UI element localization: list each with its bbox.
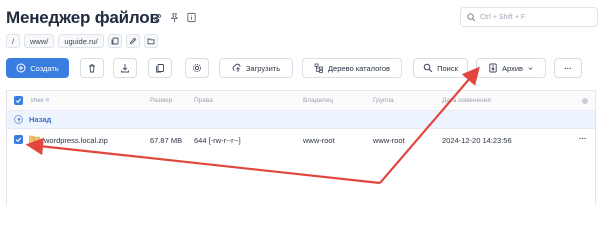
folder-star-icon xyxy=(147,38,155,45)
plus-circle-icon xyxy=(16,63,26,73)
search-button-label: Поиск xyxy=(437,63,458,73)
archive-icon xyxy=(489,63,497,73)
back-label: Назад xyxy=(29,115,52,124)
file-owner: www-root xyxy=(303,136,335,145)
download-icon xyxy=(121,64,129,73)
back-row[interactable]: Назад xyxy=(7,111,595,129)
create-button[interactable]: Создать xyxy=(6,58,69,78)
check-icon xyxy=(15,98,22,104)
check-icon xyxy=(15,137,22,143)
copy-icon xyxy=(111,37,119,45)
pin-icon[interactable] xyxy=(168,11,180,23)
select-all-checkbox[interactable] xyxy=(14,96,23,105)
search-icon xyxy=(467,12,476,21)
file-table: Имя ≡ Размер Права Владелец Группа Дата … xyxy=(6,90,596,205)
bookmark-folder-button[interactable] xyxy=(143,34,158,48)
file-modified: 2024-12-20 14:23:56 xyxy=(442,136,512,145)
column-owner[interactable]: Владелец xyxy=(303,97,333,104)
column-group[interactable]: Группа xyxy=(373,97,394,104)
search-input[interactable]: Ctrl + Shift + F xyxy=(460,7,598,27)
zip-file-icon xyxy=(29,135,40,144)
breadcrumb-item-uguide[interactable]: uguide.ru/ xyxy=(58,34,104,48)
search-icon xyxy=(423,63,433,73)
search-button[interactable]: Поиск xyxy=(413,58,468,78)
file-name[interactable]: wordpress.local.zip xyxy=(44,136,108,145)
directory-tree-label: Дерево каталогов xyxy=(327,63,391,73)
breadcrumb-root[interactable]: / xyxy=(6,34,20,48)
search-placeholder: Ctrl + Shift + F xyxy=(480,13,526,21)
pencil-icon xyxy=(129,37,137,45)
archive-button[interactable]: Архив xyxy=(476,58,546,78)
upload-icon xyxy=(232,63,241,72)
directory-tree-button[interactable]: Дерево каталогов xyxy=(302,58,402,78)
chevron-down-icon xyxy=(528,66,533,70)
file-group: www-root xyxy=(373,136,405,145)
back-icon xyxy=(14,115,23,124)
create-label: Создать xyxy=(30,63,59,73)
tree-icon xyxy=(314,63,323,73)
column-permissions[interactable]: Права xyxy=(194,97,213,104)
column-modified[interactable]: Дата изменения xyxy=(442,97,491,104)
copy-path-button[interactable] xyxy=(107,34,122,48)
edit-path-button[interactable] xyxy=(125,34,140,48)
row-checkbox[interactable] xyxy=(14,135,23,144)
row-menu-button[interactable]: ··· xyxy=(579,134,587,143)
sort-icon: ≡ xyxy=(45,97,50,104)
file-size: 67.87 MB xyxy=(150,136,183,145)
copy-icon xyxy=(156,64,164,73)
breadcrumb-item-www[interactable]: www/ xyxy=(24,34,55,48)
upload-button[interactable]: Загрузить xyxy=(219,58,293,78)
breadcrumb: / www/ uguide.ru/ xyxy=(6,34,158,48)
column-name[interactable]: Имя ≡ xyxy=(31,97,49,104)
column-size[interactable]: Размер xyxy=(150,97,172,104)
settings-button[interactable] xyxy=(185,58,209,78)
page-title: Менеджер файлов xyxy=(6,8,160,27)
table-row[interactable]: wordpress.local.zip 67.87 MB 644 [-rw-r-… xyxy=(7,129,595,151)
file-permissions: 644 [-rw-r--r--] xyxy=(194,136,241,145)
upload-label: Загрузить xyxy=(245,63,281,73)
info-icon[interactable] xyxy=(185,11,197,23)
table-header: Имя ≡ Размер Права Владелец Группа Дата … xyxy=(7,91,595,111)
copy-button[interactable] xyxy=(148,58,172,78)
download-button[interactable] xyxy=(113,58,137,78)
title-actions xyxy=(151,11,197,23)
trash-icon xyxy=(89,64,95,73)
archive-label: Архив xyxy=(501,63,523,73)
delete-button[interactable] xyxy=(80,58,104,78)
column-settings-icon[interactable] xyxy=(582,98,588,104)
gear-icon xyxy=(192,63,202,73)
more-button[interactable]: ··· xyxy=(554,58,582,78)
link-icon[interactable] xyxy=(151,11,163,23)
column-name-label: Имя xyxy=(31,97,44,104)
